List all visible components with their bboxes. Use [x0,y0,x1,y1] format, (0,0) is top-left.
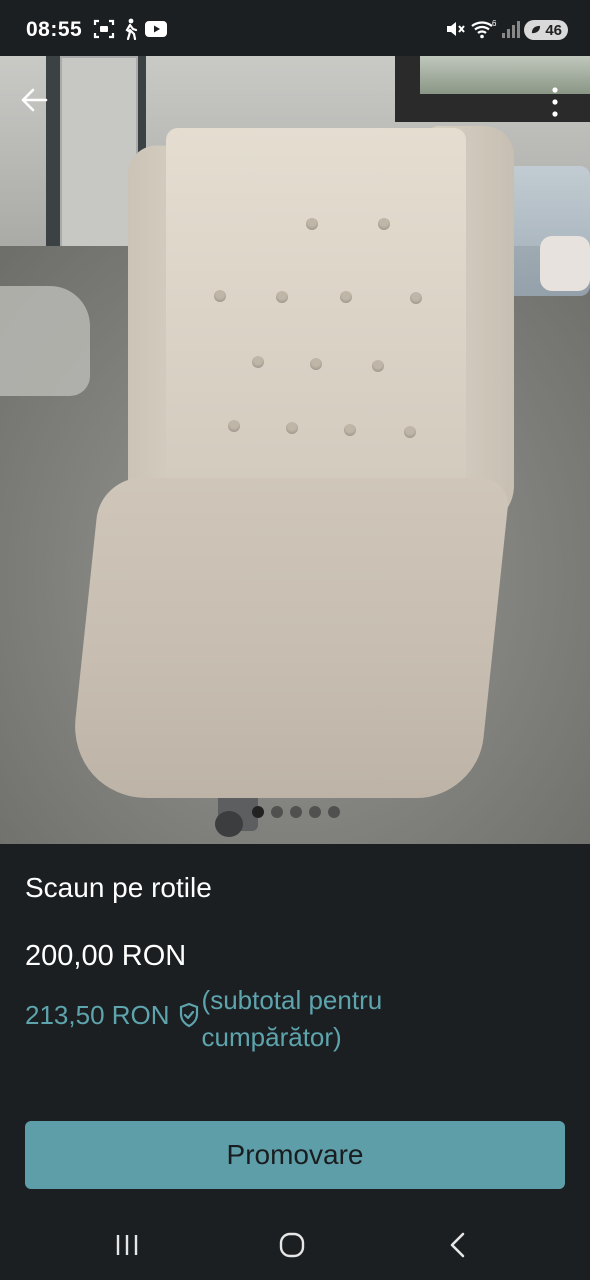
pager-dot[interactable] [271,806,283,818]
photo-debris [0,286,90,396]
signal-icon [500,16,522,42]
chair-tuft [372,360,384,372]
screenshot-icon [92,16,116,42]
chair-tuft [310,358,322,370]
chair-wheel [215,811,243,837]
chair-tuft [252,356,264,368]
listing-title: Scaun pe rotile [25,872,212,903]
buyer-price: 213,50 RON [25,1000,170,1030]
photo-bag [540,236,590,291]
battery-icon: 46 [524,20,568,40]
battery-level: 46 [545,21,562,39]
pager-dot[interactable] [328,806,340,818]
status-time: 08:55 [26,18,83,41]
mute-icon [443,16,467,42]
chair-tuft [378,218,390,230]
home-button[interactable] [272,1230,312,1260]
chair-tuft [214,290,226,302]
system-back-button[interactable] [438,1230,478,1260]
chair-tuft [228,420,240,432]
chevron-left-icon [450,1232,465,1258]
buyer-price-row: 213,50 RON (subtotal pentru cumpărător) [25,982,462,1056]
shield-icon[interactable] [178,1002,200,1033]
status-bar: 08:55 6 46 [0,0,590,56]
listing-price: 200,00 RON [25,940,187,972]
wifi-icon: 6 [470,16,498,42]
chair-seat [67,478,511,798]
back-button[interactable] [14,80,54,120]
product-image[interactable] [0,56,590,844]
arrow-left-icon [21,88,48,112]
more-options-button[interactable] [540,82,570,122]
chair-tuft [410,292,422,304]
pager-dot[interactable] [290,806,302,818]
chair-tuft [286,422,298,434]
youtube-icon [144,16,168,42]
buyer-subtotal-note: (subtotal pentru cumpărător) [201,985,383,1052]
pager-dot[interactable] [252,806,264,818]
walking-icon [120,16,140,42]
pager-dot[interactable] [309,806,321,818]
promote-button[interactable]: Promovare [25,1121,565,1189]
more-vertical-icon [552,87,558,117]
chair-tuft [340,291,352,303]
system-nav-bar [0,1210,590,1280]
svg-text:6: 6 [492,19,497,28]
chair-tuft [404,426,416,438]
recent-apps-button[interactable] [107,1230,147,1260]
home-icon [279,1232,305,1258]
chair-tuft [276,291,288,303]
recent-apps-icon [116,1235,138,1255]
image-pager[interactable] [252,806,340,818]
chair-tuft [344,424,356,436]
chair-tuft [306,218,318,230]
